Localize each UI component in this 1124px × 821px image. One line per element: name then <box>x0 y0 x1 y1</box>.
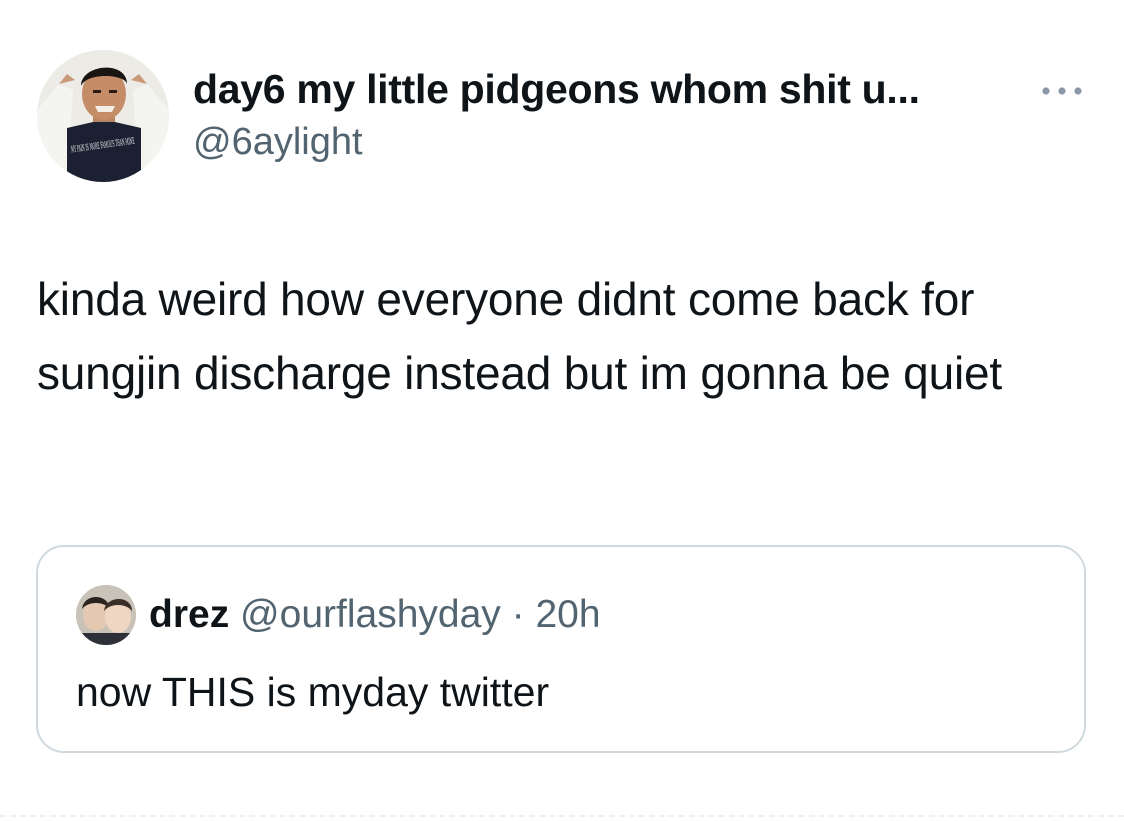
author-avatar-image: MY PAIN IS MORE FAMOUS THAN MINE <box>37 50 169 182</box>
quoted-handle[interactable]: @ourflashyday <box>240 593 501 636</box>
tweet-text: kinda weird how everyone didnt come back… <box>37 273 1002 399</box>
quoted-author-avatar[interactable] <box>76 585 136 645</box>
author-display-name[interactable]: day6 my little pidgeons whom shit u... <box>193 66 920 113</box>
author-avatar[interactable]: MY PAIN IS MORE FAMOUS THAN MINE <box>37 50 169 182</box>
quoted-tweet[interactable]: drez @ourflashyday · 20h now THIS is myd… <box>36 545 1086 753</box>
separator-dot: · <box>511 593 525 636</box>
quoted-tweet-text: now THIS is myday twitter <box>76 669 550 715</box>
quoted-avatar-image <box>76 585 136 645</box>
quoted-display-name[interactable]: drez <box>149 593 229 636</box>
quoted-header: drez @ourflashyday · 20h <box>149 593 601 637</box>
divider <box>0 815 1124 817</box>
ellipsis-icon[interactable] <box>1034 76 1090 106</box>
tweet-card: MY PAIN IS MORE FAMOUS THAN MINE day6 my… <box>0 0 1124 821</box>
quoted-timestamp[interactable]: 20h <box>535 593 600 636</box>
author-handle[interactable]: @6aylight <box>193 121 363 164</box>
